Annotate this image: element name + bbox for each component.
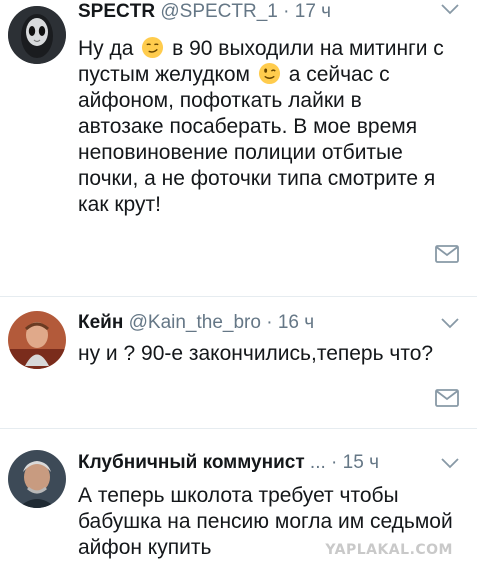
text-line: в 90 выходили на митинги с [172,37,444,60]
avatar[interactable] [8,311,66,369]
text-line: бабушка на пенсию могла им седьмой [78,510,453,533]
author-handle[interactable]: @SPECTR_1 [160,1,278,22]
grey-haired-man-avatar-icon [8,450,66,508]
tweet-header: Кейн @Kain_the_bro · 16 ч [78,311,477,335]
author-name[interactable]: Клубничный коммунист [78,452,305,473]
envelope-icon[interactable] [435,389,459,407]
author-handle[interactable]: @Kain_the_bro [129,312,261,333]
chevron-down-icon[interactable] [441,457,459,469]
text-line: ну и ? 90-е закончились,теперь что? [78,342,434,365]
masked-figure-avatar-icon [8,6,66,64]
wrestler-avatar-icon [8,311,66,369]
separator-dot: · [283,1,290,22]
timestamp[interactable]: 16 ч [278,312,314,333]
tweet-header: Клубничный коммунист ... · 15 ч [78,451,477,475]
avatar[interactable] [8,450,66,508]
author-name[interactable]: Кейн [78,312,123,333]
tweet-kain[interactable]: Кейн @Kain_the_bro · 16 ч ну и ? 90-е за… [0,297,477,427]
avatar[interactable] [8,6,66,64]
name-ellipsis: ... [309,452,326,473]
text-line: Ну да [78,37,134,60]
text-line: А теперь школота требует чтобы [78,484,399,507]
text-line: неповиновение полиции отбитые [78,141,403,164]
chevron-down-icon[interactable] [441,317,459,329]
tweet-spectr[interactable]: SPECTR @SPECTR_1 · 17 ч Ну да в 90 выход… [0,0,477,296]
author-name[interactable]: SPECTR [78,1,155,22]
envelope-icon[interactable] [435,245,459,263]
tweet-text: ну и ? 90-е закончились,теперь что? [78,341,453,367]
timestamp[interactable]: 17 ч [295,1,331,22]
watermark: YAPLAKAL.COM [325,542,453,558]
separator-dot: · [331,452,338,473]
timestamp[interactable]: 15 ч [343,452,379,473]
text-line: почки, а не фоточки типа смотрите я [78,167,436,190]
smirk-emoji [142,36,164,59]
separator-dot: · [266,312,273,333]
text-line: как крут! [78,193,161,216]
tweet-text: Ну да в 90 выходили на митинги с пустым … [78,36,453,218]
text-line: а сейчас с [288,63,390,86]
tweet-header: SPECTR @SPECTR_1 · 17 ч [78,0,477,24]
chevron-down-icon[interactable] [441,3,459,15]
wink-emoji [258,62,280,85]
text-line: айфоном, пофоткать лайки в [78,89,362,112]
text-line: пустым желудком [78,63,250,86]
text-line: автозаке посаберать. В мое время [78,115,418,138]
